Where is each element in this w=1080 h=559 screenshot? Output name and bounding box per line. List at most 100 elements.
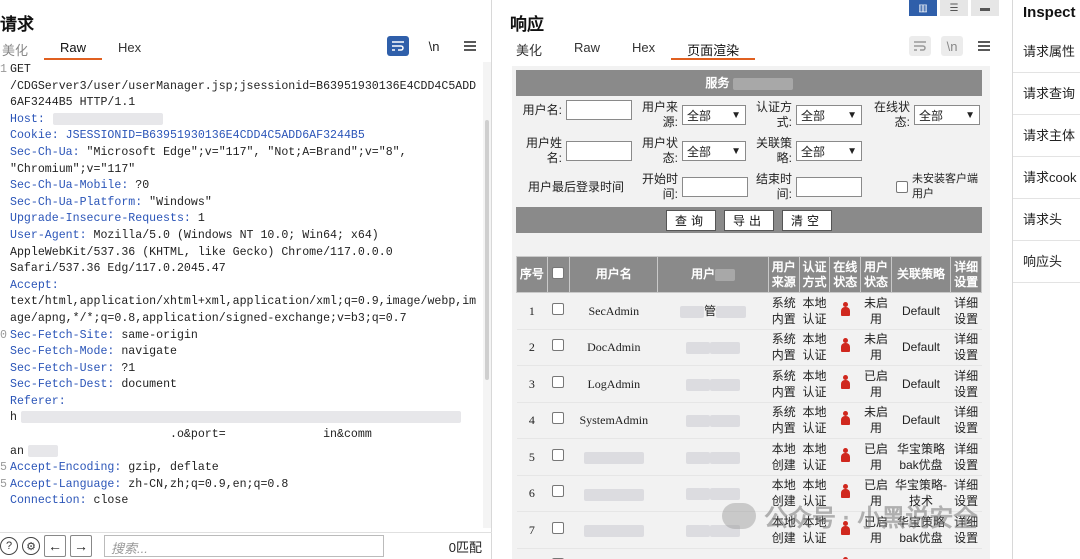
row-username[interactable] — [569, 475, 658, 512]
search-input[interactable]: 搜索... — [104, 535, 384, 557]
newline-icon[interactable]: \n — [941, 36, 963, 56]
end-time-input[interactable] — [796, 177, 862, 197]
request-line[interactable]: Host: — [0, 112, 482, 129]
realname-input[interactable] — [566, 141, 632, 161]
table-row[interactable]: 5 本地创建 本地认证 已启用 华宝策略bak优盘 详细设置 — [516, 438, 982, 476]
noclient-checkbox[interactable] — [896, 181, 908, 193]
row-checkbox[interactable] — [552, 412, 565, 425]
row-policy[interactable]: Default — [891, 292, 951, 330]
request-scrollbar-thumb[interactable] — [485, 120, 489, 380]
query-button[interactable]: 查询 — [665, 209, 716, 231]
row-checkbox[interactable] — [552, 339, 565, 352]
row-checkbox[interactable] — [552, 485, 565, 498]
row-username[interactable] — [569, 511, 658, 549]
row-detail-link[interactable] — [950, 548, 982, 559]
request-line[interactable]: an — [0, 444, 482, 461]
tab-hex[interactable]: Hex — [616, 36, 671, 60]
request-line[interactable]: Connection: close — [0, 493, 482, 510]
row-detail-link[interactable]: 详细设置 — [950, 292, 982, 330]
request-line[interactable]: Safari/537.36 Edg/117.0.2045.47 — [0, 261, 482, 278]
split-vertical-icon[interactable]: ☰ — [940, 0, 968, 16]
table-row[interactable]: 3 LogAdmin 系统内置 本地认证 已启用 Default 详细设置 — [516, 365, 982, 403]
menu-icon[interactable] — [973, 36, 995, 56]
row-username[interactable]: LogAdmin — [569, 365, 658, 403]
row-policy[interactable]: Default — [891, 402, 951, 439]
request-line[interactable]: age/apng,*/*;q=0.8,application/signed-ex… — [0, 311, 482, 328]
request-editor[interactable]: 1 GET/CDGServer3/user/userManager.jsp;jse… — [0, 62, 482, 528]
tab-pretty[interactable]: 美化 — [0, 36, 44, 60]
request-line[interactable]: Sec-Ch-Ua-Platform: "Windows" — [0, 195, 482, 212]
online-select[interactable]: 全部 ▼ — [914, 105, 980, 125]
inspector-request-cookies[interactable]: 请求cook — [1013, 157, 1080, 199]
table-row[interactable]: 2 DocAdmin 系统内置 本地认证 未启用 Default 详细设置 — [516, 329, 982, 366]
row-policy[interactable]: Default — [891, 329, 951, 366]
select-all-checkbox[interactable] — [552, 266, 565, 279]
prev-match-button[interactable]: ← — [44, 535, 66, 557]
row-username[interactable]: DocAdmin — [569, 329, 658, 366]
tab-pretty[interactable]: 美化 — [500, 36, 558, 60]
request-line[interactable]: .o&port= in&comm — [0, 427, 482, 444]
inspector-request-body[interactable]: 请求主体 — [1013, 115, 1080, 157]
inspector-request-headers[interactable]: 请求头 — [1013, 199, 1080, 241]
row-detail-link[interactable]: 详细设置 — [950, 438, 982, 476]
row-policy[interactable]: 华宝策略bak优盘 — [891, 438, 951, 476]
request-line[interactable]: /CDGServer3/user/userManager.jsp;jsessio… — [0, 79, 482, 96]
request-line[interactable]: "Chromium";v="117" — [0, 162, 482, 179]
wrap-icon[interactable] — [909, 36, 931, 56]
row-policy[interactable]: Default — [891, 365, 951, 403]
tab-hex[interactable]: Hex — [102, 36, 157, 60]
request-line[interactable]: Sec-Ch-Ua: "Microsoft Edge";v="117", "No… — [0, 145, 482, 162]
inspector-request-query[interactable]: 请求查询 — [1013, 73, 1080, 115]
inspector-request-attributes[interactable]: 请求属性 — [1013, 31, 1080, 73]
request-line[interactable]: 0 Sec-Fetch-Site: same-origin — [0, 328, 482, 345]
request-line[interactable]: Upgrade-Insecure-Requests: 1 — [0, 211, 482, 228]
tab-render[interactable]: 页面渲染 — [671, 36, 756, 60]
wrap-icon[interactable] — [387, 36, 409, 56]
request-line[interactable]: text/html,application/xhtml+xml,applicat… — [0, 294, 482, 311]
newline-icon[interactable]: \n — [423, 36, 445, 56]
request-line[interactable]: 1 GET — [0, 62, 482, 79]
row-checkbox[interactable] — [552, 521, 565, 534]
gear-icon[interactable]: ⚙ — [22, 537, 40, 555]
table-row[interactable]: 本地本地 已启 — [516, 548, 982, 559]
row-checkbox[interactable] — [552, 302, 565, 315]
row-username[interactable]: SecAdmin — [569, 292, 658, 330]
request-line[interactable]: AppleWebKit/537.36 (KHTML, like Gecko) C… — [0, 245, 482, 262]
start-time-input[interactable] — [682, 177, 748, 197]
request-line[interactable]: 5 Accept-Encoding: gzip, deflate — [0, 460, 482, 477]
auth-select[interactable]: 全部 ▼ — [796, 105, 862, 125]
clear-button[interactable]: 清空 — [782, 209, 833, 231]
source-select[interactable]: 全部 ▼ — [682, 105, 746, 125]
row-username[interactable] — [569, 548, 658, 559]
split-horizontal-icon[interactable]: ▥ — [909, 0, 937, 16]
single-pane-icon[interactable]: ▬ — [971, 0, 999, 16]
row-policy[interactable] — [891, 548, 951, 559]
tab-raw[interactable]: Raw — [44, 36, 103, 60]
row-checkbox[interactable] — [552, 448, 565, 461]
row-detail-link[interactable]: 详细设置 — [950, 365, 982, 403]
row-checkbox[interactable] — [552, 375, 565, 388]
help-icon[interactable]: ? — [0, 537, 18, 555]
tab-raw[interactable]: Raw — [558, 36, 616, 60]
request-line[interactable]: h — [0, 410, 482, 427]
export-button[interactable]: 导出 — [723, 209, 774, 231]
status-select[interactable]: 全部 ▼ — [682, 141, 746, 161]
request-line[interactable]: Sec-Ch-Ua-Mobile: ?0 — [0, 178, 482, 195]
request-line[interactable]: Sec-Fetch-Mode: navigate — [0, 344, 482, 361]
policy-select[interactable]: 全部 ▼ — [796, 141, 862, 161]
row-username[interactable] — [569, 438, 658, 476]
username-input[interactable] — [566, 100, 632, 120]
request-line[interactable]: User-Agent: Mozilla/5.0 (Windows NT 10.0… — [0, 228, 482, 245]
row-username[interactable]: SystemAdmin — [569, 402, 658, 439]
inspector-response-headers[interactable]: 响应头 — [1013, 241, 1080, 283]
request-line[interactable]: Accept: — [0, 278, 482, 295]
next-match-button[interactable]: → — [70, 535, 92, 557]
row-detail-link[interactable]: 详细设置 — [950, 402, 982, 439]
table-row[interactable]: 1 SecAdmin 管系统内置 本地认证 未启用 Default 详细设置 — [516, 292, 982, 330]
table-row[interactable]: 4 SystemAdmin 系统内置 本地认证 未启用 Default 详细设置 — [516, 402, 982, 439]
request-line[interactable]: Sec-Fetch-Dest: document — [0, 377, 482, 394]
request-line[interactable]: 6AF3244B5 HTTP/1.1 — [0, 95, 482, 112]
request-line[interactable]: Referer: — [0, 394, 482, 411]
request-line[interactable]: Sec-Fetch-User: ?1 — [0, 361, 482, 378]
request-line[interactable]: Cookie: JSESSIONID=B63951930136E4CDD4C5A… — [0, 128, 482, 145]
